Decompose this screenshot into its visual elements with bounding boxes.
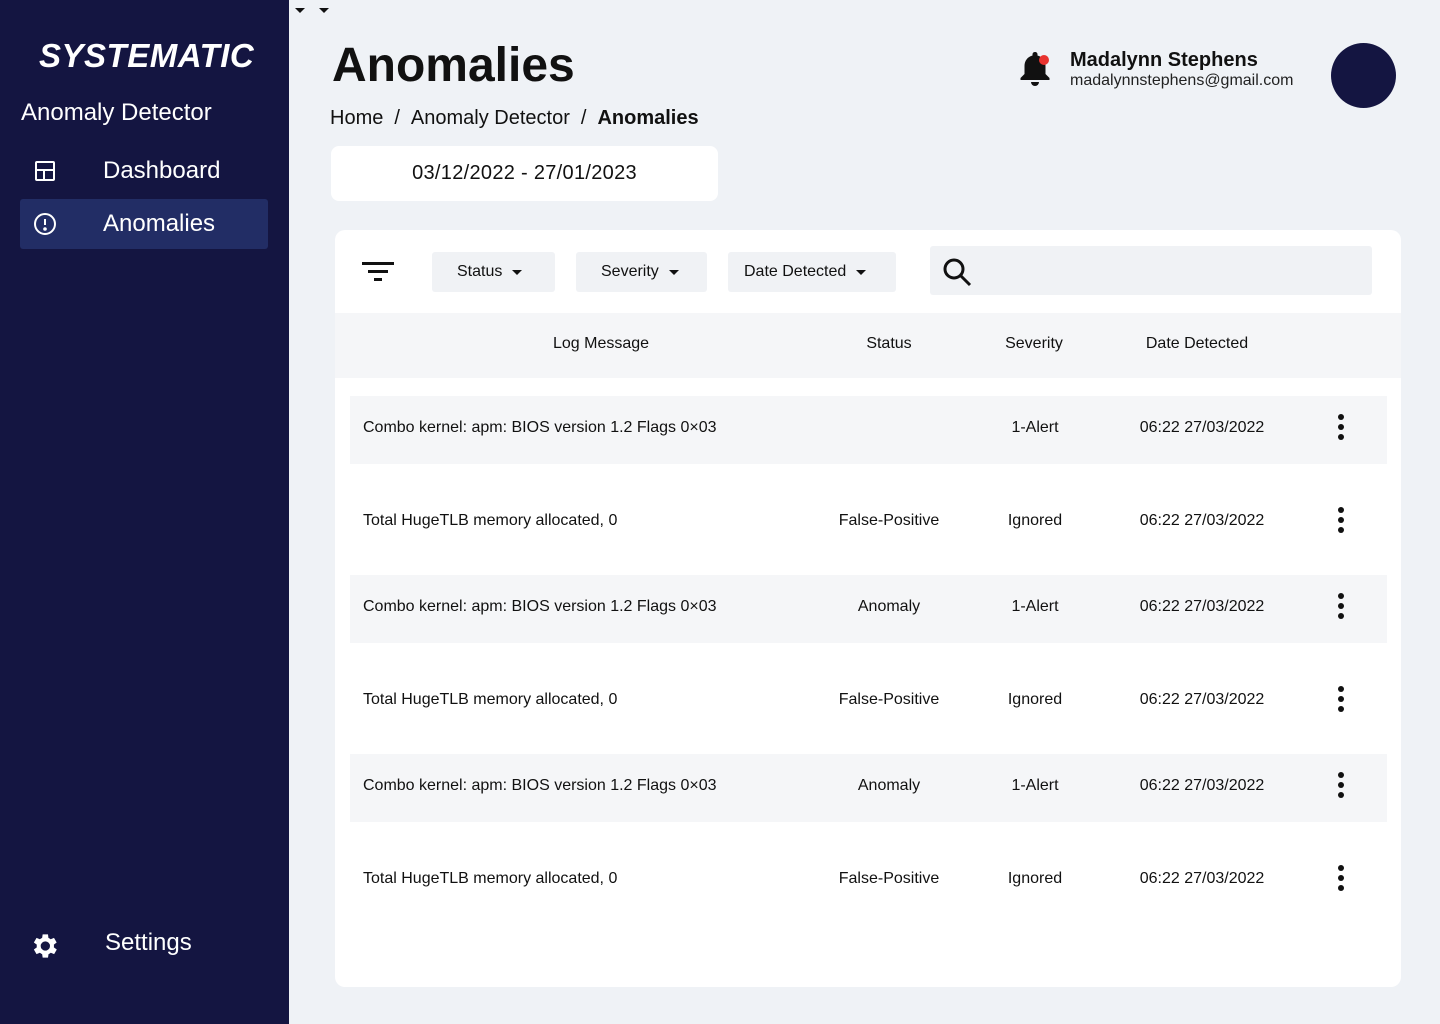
breadcrumb-separator: / bbox=[394, 107, 400, 129]
cell-date-detected: 06:22 27/03/2022 bbox=[1139, 512, 1265, 529]
bell-icon[interactable] bbox=[1016, 48, 1054, 88]
breadcrumb-anomaly-detector[interactable]: Anomaly Detector bbox=[411, 107, 570, 130]
cell-log-message: Combo kernel: apm: BIOS version 1.2 Flag… bbox=[363, 777, 717, 794]
cell-log-message: Combo kernel: apm: BIOS version 1.2 Flag… bbox=[363, 419, 717, 436]
table-row[interactable]: Total HugeTLB memory allocated, 0 False-… bbox=[350, 668, 1387, 736]
cell-date-detected: 06:22 27/03/2022 bbox=[1139, 598, 1265, 615]
cell-date-detected: 06:22 27/03/2022 bbox=[1139, 691, 1265, 708]
more-options-icon[interactable] bbox=[1334, 772, 1348, 804]
sidebar-item-label: Anomalies bbox=[103, 210, 216, 237]
cell-severity: 1-Alert bbox=[1011, 598, 1059, 615]
user-name: Madalynn Stephens bbox=[1070, 49, 1258, 71]
table-row[interactable]: Total HugeTLB memory allocated, 0 False-… bbox=[350, 489, 1387, 557]
cell-log-message: Combo kernel: apm: BIOS version 1.2 Flag… bbox=[363, 598, 717, 615]
user-email: madalynnstephens@gmail.com bbox=[1070, 72, 1294, 89]
sidebar-item-dashboard[interactable]: Dashboard bbox=[20, 146, 268, 196]
anomalies-card: Status Severity Date Detected Log Messag… bbox=[335, 230, 1401, 987]
caret-down-icon bbox=[856, 269, 867, 275]
more-options-icon[interactable] bbox=[1334, 414, 1348, 446]
caret-down-icon bbox=[512, 269, 523, 275]
breadcrumb-home[interactable]: Home bbox=[330, 107, 383, 130]
sidebar-item-label: Dashboard bbox=[103, 157, 221, 184]
breadcrumb: Home / Anomaly Detector / Anomalies bbox=[330, 107, 699, 130]
filter-icon[interactable] bbox=[361, 258, 395, 286]
column-header-log-message[interactable]: Log Message bbox=[501, 335, 701, 353]
cell-status: False-Positive bbox=[838, 512, 940, 529]
more-options-icon[interactable] bbox=[1334, 686, 1348, 718]
app-name: Anomaly Detector bbox=[21, 99, 212, 126]
more-options-icon[interactable] bbox=[1334, 593, 1348, 625]
cell-date-detected: 06:22 27/03/2022 bbox=[1139, 777, 1265, 794]
cell-severity: 1-Alert bbox=[1011, 777, 1059, 794]
cell-severity: Ignored bbox=[1007, 870, 1063, 887]
search-input[interactable] bbox=[982, 254, 1352, 286]
cell-log-message: Total HugeTLB memory allocated, 0 bbox=[363, 691, 618, 708]
brand-logo: SYSTEMATIC bbox=[39, 37, 255, 74]
caret-down-icon bbox=[668, 269, 679, 275]
table-row[interactable]: Combo kernel: apm: BIOS version 1.2 Flag… bbox=[350, 396, 1387, 464]
top-carets bbox=[295, 8, 329, 13]
table-row[interactable]: Total HugeTLB memory allocated, 0 False-… bbox=[350, 847, 1387, 915]
cell-status: Anomaly bbox=[857, 598, 921, 615]
column-header-status[interactable]: Status bbox=[824, 335, 954, 353]
cell-date-detected: 06:22 27/03/2022 bbox=[1139, 870, 1265, 887]
cell-severity: 1-Alert bbox=[1011, 419, 1059, 436]
cell-severity: Ignored bbox=[1007, 512, 1063, 529]
cell-status: False-Positive bbox=[838, 691, 940, 708]
column-header-date-detected[interactable]: Date Detected bbox=[1112, 335, 1282, 353]
sidebar-item-anomalies[interactable]: Anomalies bbox=[20, 199, 268, 249]
more-options-icon[interactable] bbox=[1334, 507, 1348, 539]
breadcrumb-separator: / bbox=[580, 107, 587, 129]
settings-label: Settings bbox=[105, 929, 192, 956]
cell-severity: Ignored bbox=[1007, 691, 1063, 708]
dashboard-icon bbox=[35, 161, 55, 181]
alert-circle-icon bbox=[34, 213, 56, 235]
sidebar-item-settings[interactable]: Settings bbox=[28, 920, 228, 968]
date-filter-dropdown[interactable]: Date Detected bbox=[728, 252, 896, 292]
avatar[interactable] bbox=[1331, 43, 1396, 108]
chevron-down-icon[interactable] bbox=[319, 8, 329, 13]
cell-status: Anomaly bbox=[857, 777, 921, 794]
table-header: Log Message Status Severity Date Detecte… bbox=[335, 313, 1401, 378]
gear-icon bbox=[33, 934, 57, 958]
cell-status: False-Positive bbox=[838, 870, 940, 887]
cell-date-detected: 06:22 27/03/2022 bbox=[1139, 419, 1265, 436]
search-icon bbox=[943, 258, 972, 287]
search-box[interactable] bbox=[930, 246, 1372, 295]
severity-filter-dropdown[interactable]: Severity bbox=[576, 252, 707, 292]
sidebar: SYSTEMATIC Anomaly Detector Dashboard An… bbox=[0, 0, 289, 1024]
cell-log-message: Total HugeTLB memory allocated, 0 bbox=[363, 512, 618, 529]
breadcrumb-current: Anomalies bbox=[597, 107, 699, 129]
status-filter-dropdown[interactable]: Status bbox=[432, 252, 555, 292]
date-filter-label: Date Detected bbox=[744, 263, 847, 280]
status-filter-label: Status bbox=[457, 263, 503, 280]
date-range-picker[interactable]: 03/12/2022 - 27/01/2023 bbox=[331, 146, 718, 201]
chevron-down-icon[interactable] bbox=[295, 8, 305, 13]
cell-log-message: Total HugeTLB memory allocated, 0 bbox=[363, 870, 618, 887]
severity-filter-label: Severity bbox=[601, 263, 659, 280]
column-header-severity[interactable]: Severity bbox=[989, 335, 1079, 353]
table-row[interactable]: Combo kernel: apm: BIOS version 1.2 Flag… bbox=[350, 754, 1387, 822]
table-row[interactable]: Combo kernel: apm: BIOS version 1.2 Flag… bbox=[350, 575, 1387, 643]
page-title: Anomalies bbox=[332, 39, 575, 92]
notification-dot bbox=[1039, 55, 1049, 65]
more-options-icon[interactable] bbox=[1334, 865, 1348, 897]
